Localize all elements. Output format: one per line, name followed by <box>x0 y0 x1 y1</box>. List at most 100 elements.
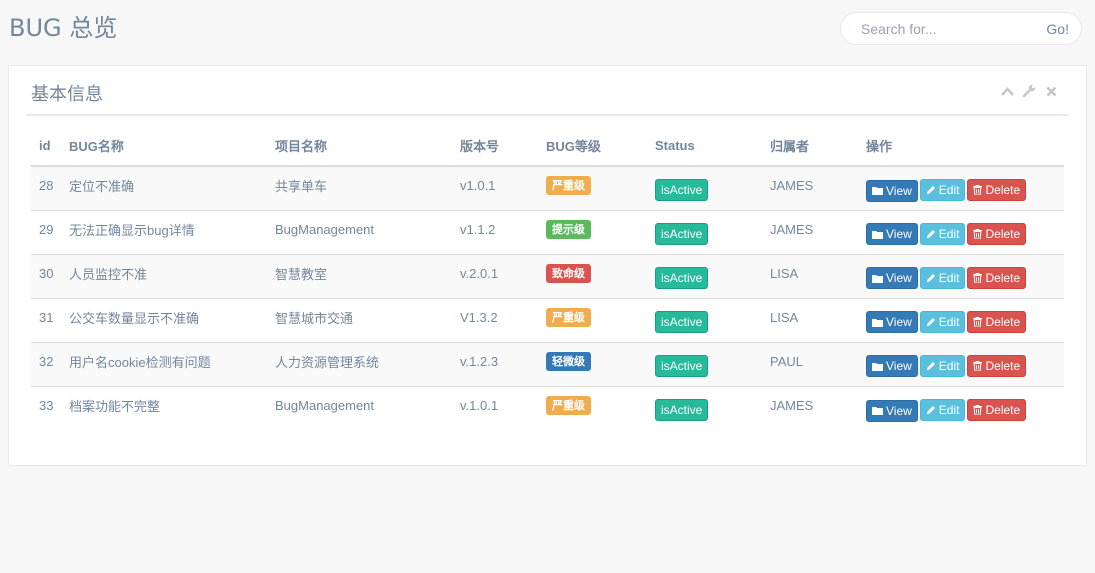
folder-icon <box>872 230 883 239</box>
col-actions: 操作 <box>858 126 1064 167</box>
view-button-label: View <box>886 403 912 418</box>
trash-icon <box>973 405 983 415</box>
row-project: BugManagement <box>275 221 375 237</box>
delete-button[interactable]: Delete <box>967 266 1027 289</box>
delete-button-label: Delete <box>985 270 1021 285</box>
row-version: v1.0.1 <box>460 177 496 193</box>
row-bug-name: 档案功能不完整 <box>69 398 161 414</box>
pencil-icon <box>926 406 935 414</box>
row-bug-name: 定位不准确 <box>69 178 135 194</box>
search-input[interactable] <box>841 13 1031 44</box>
view-button-label: View <box>886 183 912 198</box>
edit-button-label: Edit <box>938 403 960 417</box>
table-row: 28 定位不准确 共享单车 v1.0.1 严重级 isActive JAMES … <box>31 166 1064 210</box>
status-button[interactable]: isActive <box>655 179 709 202</box>
delete-button-label: Delete <box>985 183 1021 197</box>
pencil-icon <box>926 229 935 238</box>
col-id: id <box>31 126 61 167</box>
row-project: BugManagement <box>275 397 375 413</box>
delete-button[interactable]: Delete <box>967 354 1027 377</box>
view-button-label: View <box>886 359 912 374</box>
row-version: v.1.2.3 <box>460 353 499 369</box>
row-version: v.2.0.1 <box>460 265 499 281</box>
folder-icon <box>872 407 883 415</box>
row-project: 智慧城市交通 <box>275 310 354 326</box>
row-id: 31 <box>39 309 54 325</box>
table-header-row: id BUG名称 项目名称 版本号 BUG等级 Status 归属者 操作 <box>31 126 1064 167</box>
delete-button[interactable]: Delete <box>967 222 1027 245</box>
row-id: 29 <box>39 221 54 237</box>
status-button[interactable]: isActive <box>655 399 709 422</box>
page-title: BUG 总览 <box>9 14 118 42</box>
delete-button[interactable]: Delete <box>967 399 1027 421</box>
table-row: 33 档案功能不完整 BugManagement v.1.0.1 严重级 isA… <box>31 385 1064 430</box>
edit-button[interactable]: Edit <box>919 399 966 421</box>
edit-button[interactable]: Edit <box>919 222 966 245</box>
edit-button-label: Edit <box>938 226 960 241</box>
wrench-icon[interactable] <box>1022 84 1036 98</box>
row-bug-name: 公交车数量显示不准确 <box>69 310 200 326</box>
search-go-button[interactable]: Go! <box>1046 21 1069 37</box>
delete-button-label: Delete <box>985 314 1021 329</box>
pencil-icon <box>926 361 935 370</box>
folder-icon <box>872 362 883 371</box>
row-id: 32 <box>39 353 54 369</box>
col-project: 项目名称 <box>267 126 452 167</box>
col-status: Status <box>647 126 762 167</box>
row-project: 共享单车 <box>275 178 328 194</box>
delete-button[interactable]: Delete <box>967 179 1027 201</box>
table-row: 29 无法正确显示bug详情 BugManagement v1.1.2 提示级 … <box>31 209 1064 254</box>
level-badge: 轻微级 <box>546 351 591 371</box>
row-owner: PAUL <box>770 353 803 369</box>
view-button[interactable]: View <box>866 355 918 378</box>
trash-icon <box>973 272 983 283</box>
row-version: v.1.0.1 <box>460 397 499 413</box>
col-version: 版本号 <box>452 126 538 167</box>
edit-button-label: Edit <box>938 183 960 197</box>
edit-button[interactable]: Edit <box>919 310 966 333</box>
trash-icon <box>973 360 983 371</box>
status-button[interactable]: isActive <box>655 311 709 333</box>
view-button[interactable]: View <box>866 311 918 334</box>
level-badge: 严重级 <box>546 175 591 195</box>
view-button[interactable]: View <box>866 223 918 246</box>
row-project: 人力资源管理系统 <box>275 354 380 370</box>
row-owner: JAMES <box>770 397 814 413</box>
row-version: v1.1.2 <box>460 221 496 237</box>
delete-button[interactable]: Delete <box>967 310 1027 333</box>
delete-button-label: Delete <box>985 358 1021 373</box>
view-button[interactable]: View <box>866 179 918 202</box>
row-id: 30 <box>39 265 54 281</box>
view-button-label: View <box>886 227 912 242</box>
edit-button-label: Edit <box>938 314 960 329</box>
edit-button[interactable]: Edit <box>919 354 966 377</box>
close-icon[interactable] <box>1044 84 1058 98</box>
col-level: BUG等级 <box>538 126 647 167</box>
row-id: 33 <box>39 397 54 413</box>
edit-button[interactable]: Edit <box>919 179 966 201</box>
chevron-up-icon[interactable] <box>1000 84 1014 98</box>
pencil-icon <box>926 186 935 194</box>
delete-button-label: Delete <box>985 403 1021 417</box>
row-bug-name: 人员监控不准 <box>69 266 148 282</box>
status-button[interactable]: isActive <box>655 267 709 289</box>
status-button[interactable]: isActive <box>655 223 709 245</box>
level-badge: 严重级 <box>546 395 591 415</box>
view-button[interactable]: View <box>866 267 918 290</box>
row-bug-name: 无法正确显示bug详情 <box>69 222 195 238</box>
view-button[interactable]: View <box>866 399 918 422</box>
col-owner: 归属者 <box>762 126 858 167</box>
level-badge: 提示级 <box>546 219 591 239</box>
row-owner: JAMES <box>770 221 814 237</box>
edit-button[interactable]: Edit <box>919 266 966 289</box>
trash-icon <box>973 228 983 239</box>
panel-divider <box>26 114 1069 116</box>
row-owner: JAMES <box>770 177 814 193</box>
delete-button-label: Delete <box>985 226 1021 241</box>
view-button-label: View <box>886 271 912 286</box>
edit-button-label: Edit <box>938 358 960 373</box>
status-button[interactable]: isActive <box>655 355 709 377</box>
table-row: 32 用户名cookie检测有问题 人力资源管理系统 v.1.2.3 轻微级 i… <box>31 341 1064 386</box>
level-badge: 严重级 <box>546 307 591 327</box>
row-version: V1.3.2 <box>460 309 498 325</box>
